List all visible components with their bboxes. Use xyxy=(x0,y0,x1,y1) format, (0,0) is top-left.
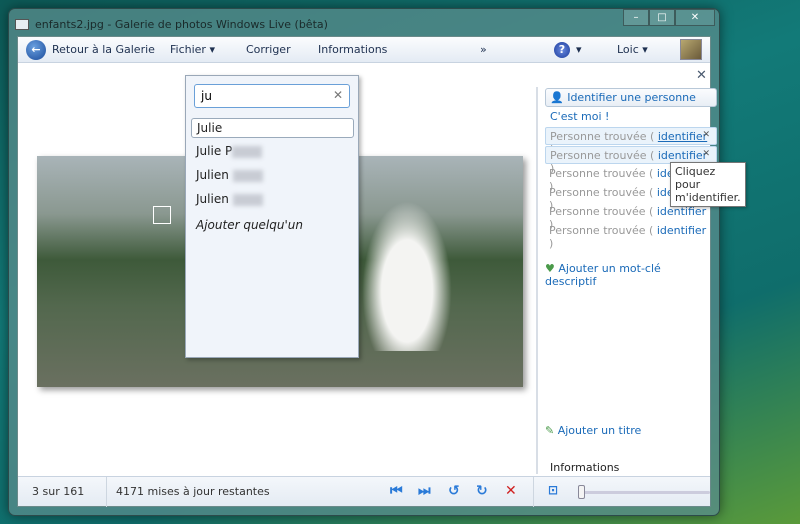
next-icon[interactable]: ⏭ xyxy=(418,483,431,499)
app-icon xyxy=(15,18,29,30)
info-button[interactable]: Informations xyxy=(318,43,387,56)
close-panel-button[interactable]: ✕ xyxy=(696,68,707,83)
help-dropdown-arrow[interactable]: ▾ xyxy=(576,43,582,56)
close-button[interactable]: ✕ xyxy=(675,9,715,26)
back-arrow-icon[interactable]: ← xyxy=(26,40,46,60)
back-to-gallery-button[interactable]: Retour à la Galerie xyxy=(52,43,155,56)
identify-person-button[interactable]: 👤 Identifier une personne xyxy=(545,88,717,107)
remove-icon[interactable]: ✕ xyxy=(702,149,710,159)
person-row: Personne trouvée ( identifier )✕ xyxy=(545,127,717,156)
user-menu[interactable]: Loic ▾ xyxy=(617,43,648,56)
face-detection-box[interactable] xyxy=(153,206,171,224)
search-value: ju xyxy=(201,89,212,103)
remove-icon[interactable]: ✕ xyxy=(702,130,710,140)
client-area: ← Retour à la Galerie Fichier ▾ Corriger… xyxy=(17,36,746,507)
option-person[interactable]: Julie P xyxy=(191,142,354,162)
its-me-link[interactable]: C'est moi ! xyxy=(550,110,609,123)
person-dropdown: ju ✕ Julie Julie P Julien Julien Ajouter… xyxy=(185,75,359,358)
user-avatar[interactable] xyxy=(680,39,702,60)
rotate-left-icon[interactable]: ↺ xyxy=(448,483,460,499)
delete-icon[interactable]: ✕ xyxy=(505,483,517,499)
option-julie[interactable]: Julie xyxy=(191,118,354,138)
add-tag-link[interactable]: ♥ Ajouter un mot-clé descriptif xyxy=(545,262,710,288)
fit-to-window-icon[interactable]: ⊡ xyxy=(548,483,558,497)
previous-icon[interactable]: ⏮ xyxy=(390,483,403,499)
person-icon: 👤 xyxy=(550,91,564,104)
toolbar: ← Retour à la Galerie Fichier ▾ Corriger… xyxy=(18,37,710,63)
zoom-slider[interactable] xyxy=(578,485,710,499)
tag-icon: ♥ xyxy=(545,262,555,275)
more-chevron[interactable]: » xyxy=(480,43,487,56)
option-person[interactable]: Julien xyxy=(191,190,354,210)
minimize-button[interactable]: – xyxy=(623,9,649,26)
identify-link[interactable]: identifier xyxy=(658,130,707,143)
identify-link[interactable]: identifier xyxy=(658,149,707,162)
zoom-slider-thumb[interactable] xyxy=(578,485,585,499)
tooltip: Cliquez pour m'identifier. xyxy=(670,162,746,207)
title-bar: enfants2.jpg - Galerie de photos Windows… xyxy=(15,13,713,35)
option-person[interactable]: Julien xyxy=(191,166,354,186)
pencil-icon: ✎ xyxy=(545,424,555,437)
person-search-input[interactable]: ju ✕ xyxy=(194,84,350,108)
photo-subject xyxy=(362,201,452,351)
panel-divider xyxy=(536,87,538,474)
app-window: enfants2.jpg - Galerie de photos Windows… xyxy=(8,8,746,516)
fix-button[interactable]: Corriger xyxy=(246,43,291,56)
photo-position: 3 sur 161 xyxy=(32,485,85,498)
rotate-right-icon[interactable]: ↻ xyxy=(476,483,488,499)
file-menu[interactable]: Fichier ▾ xyxy=(170,43,215,56)
info-section-header: Informations xyxy=(550,461,620,474)
maximize-button[interactable]: □ xyxy=(649,9,675,26)
add-title-link[interactable]: ✎ Ajouter un titre xyxy=(545,424,641,437)
identify-link[interactable]: identifier xyxy=(657,224,706,237)
status-bar: 3 sur 161 4171 mises à jour restantes ⏮ … xyxy=(18,476,710,507)
person-row: Personne trouvée ( identifier ) xyxy=(549,224,707,250)
help-icon[interactable]: ? xyxy=(554,42,570,58)
add-someone-option[interactable]: Ajouter quelqu'un xyxy=(191,216,354,236)
updates-remaining: 4171 mises à jour restantes xyxy=(116,485,270,498)
window-title: enfants2.jpg - Galerie de photos Windows… xyxy=(35,17,328,31)
clear-search-icon[interactable]: ✕ xyxy=(333,88,343,102)
